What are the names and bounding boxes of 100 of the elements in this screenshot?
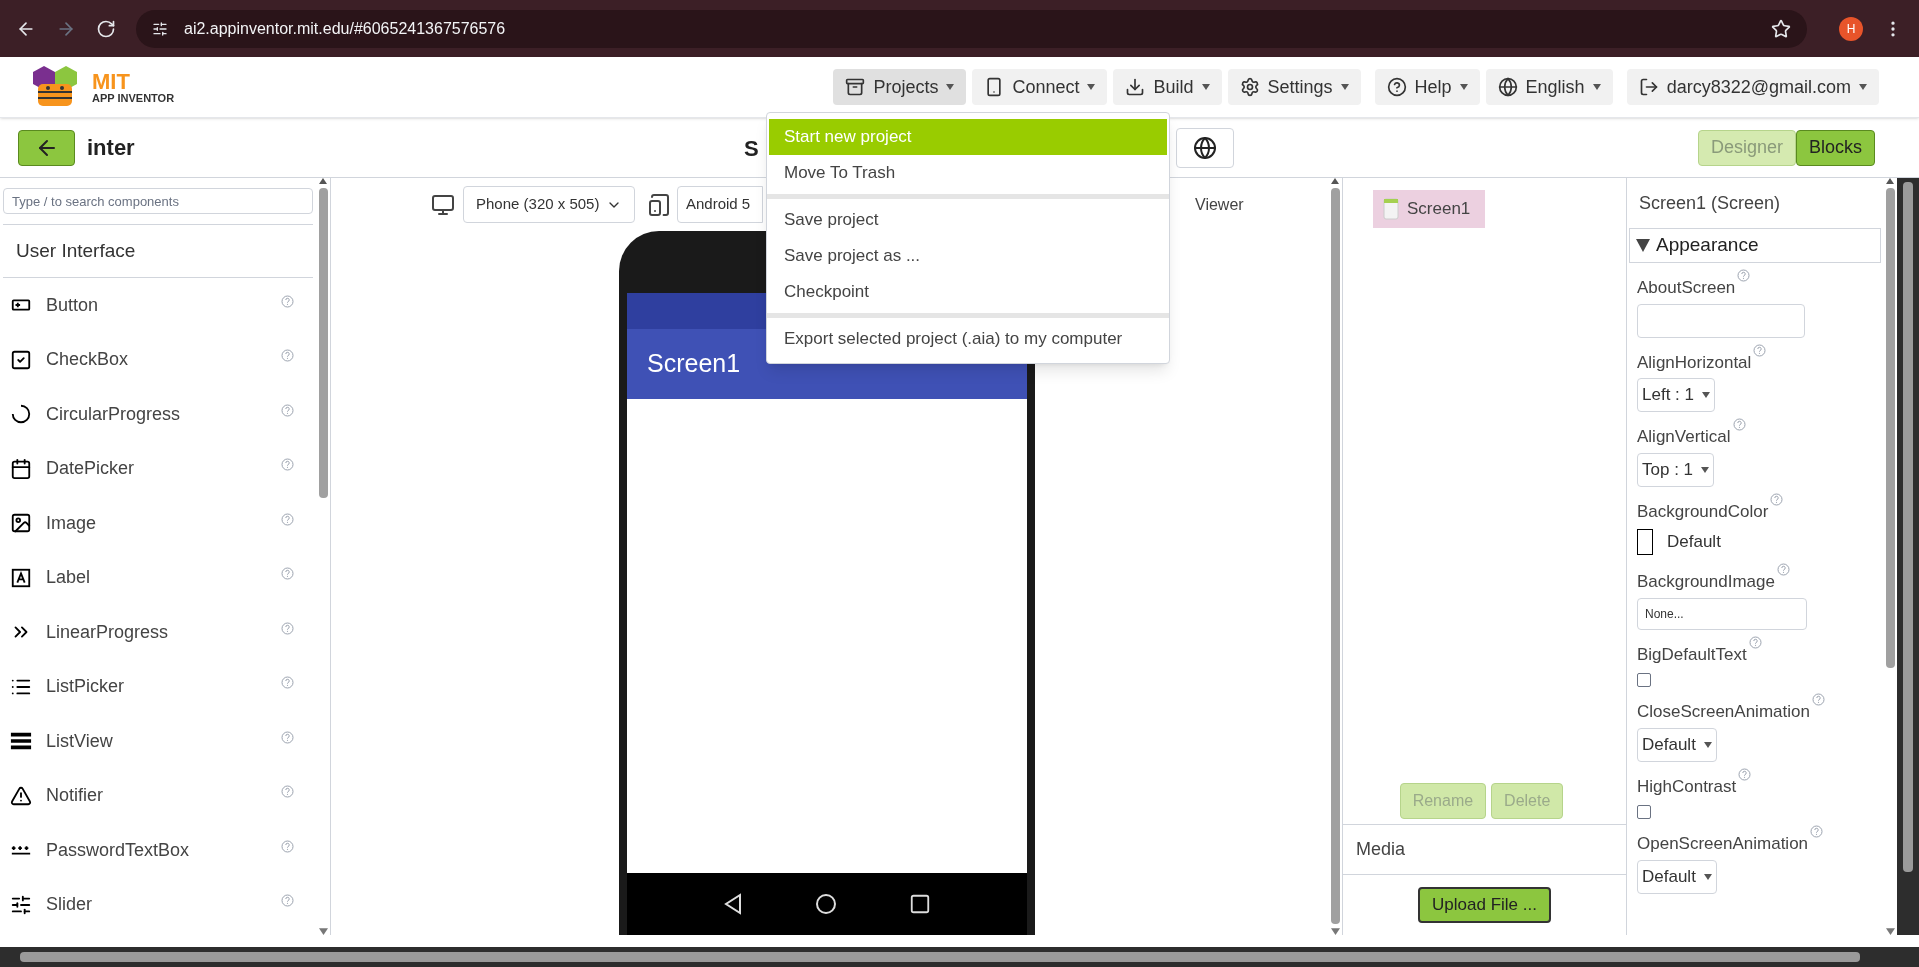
palette-item[interactable]: Button — [3, 278, 313, 333]
home-circle-icon[interactable] — [815, 893, 837, 915]
site-settings-icon[interactable] — [152, 20, 168, 37]
caret-icon — [1459, 84, 1468, 90]
upload-file-button[interactable]: Upload File ... — [1418, 887, 1551, 923]
menu-button[interactable]: Settings — [1227, 69, 1361, 105]
help-icon[interactable] — [281, 676, 294, 690]
scrollbar[interactable] — [1883, 178, 1897, 935]
globe-button[interactable] — [1176, 128, 1234, 168]
help-icon[interactable] — [281, 894, 294, 908]
property-name: OpenScreenAnimation — [1637, 833, 1809, 855]
caret-icon — [1703, 873, 1712, 880]
dropdown-item[interactable]: Save project — [769, 202, 1167, 238]
search-field[interactable]: Type / to search components — [3, 188, 313, 214]
reload-icon[interactable] — [96, 18, 116, 39]
device-select[interactable]: Phone (320 x 505) — [463, 186, 635, 223]
menu-icon — [1125, 77, 1146, 97]
help-icon[interactable] — [281, 403, 294, 417]
help-icon[interactable] — [281, 512, 294, 526]
palette-item[interactable]: CheckBox — [3, 332, 313, 387]
view-tab[interactable]: Blocks — [1796, 129, 1875, 166]
scrollbar[interactable] — [1328, 178, 1342, 935]
horizontal-scrollbar[interactable] — [0, 947, 1919, 967]
palette-item[interactable]: ListPicker — [3, 659, 313, 714]
menu-icon — [1497, 77, 1518, 97]
palette-item[interactable]: DatePicker — [3, 441, 313, 496]
help-icon[interactable] — [281, 567, 294, 581]
component-tree-item[interactable]: Screen1 — [1373, 190, 1485, 228]
palette-item[interactable]: LinearProgress — [3, 605, 313, 660]
palette-item[interactable]: Label — [3, 550, 313, 605]
recents-square-icon[interactable] — [909, 893, 931, 915]
property-name: BackgroundColor — [1637, 500, 1769, 523]
property-name: HighContrast — [1637, 775, 1737, 798]
help-icon[interactable] — [1732, 418, 1746, 431]
help-icon[interactable] — [281, 349, 294, 363]
background-image-field[interactable]: None... — [1637, 597, 1807, 630]
property-checkbox[interactable] — [1637, 805, 1651, 819]
os-select[interactable]: Android 5 — [677, 186, 763, 223]
screen-title: Screen1 — [647, 348, 741, 380]
dropdown-item[interactable]: Move To Trash — [769, 155, 1167, 191]
palette-item[interactable]: CircularProgress — [3, 387, 313, 442]
help-icon[interactable] — [1748, 635, 1762, 649]
help-icon[interactable] — [281, 458, 294, 472]
caret-icon — [1859, 84, 1867, 90]
property-select[interactable]: Top : 1 — [1637, 452, 1715, 487]
menu-button[interactable]: Build — [1113, 69, 1222, 105]
help-icon[interactable] — [1737, 269, 1751, 282]
palette-item[interactable]: Notifier — [3, 768, 313, 823]
help-icon[interactable] — [1777, 563, 1790, 576]
dropdown-item[interactable]: Checkpoint — [769, 274, 1167, 310]
help-icon[interactable] — [281, 730, 294, 744]
about-screen-field[interactable] — [1637, 303, 1805, 338]
scroll-down-icon[interactable] — [1330, 928, 1340, 935]
color-swatch[interactable] — [1637, 529, 1653, 555]
color-value: Default — [1667, 531, 1721, 554]
profile-avatar[interactable]: H — [1839, 16, 1863, 41]
scroll-up-icon[interactable] — [319, 178, 327, 184]
palette-item[interactable]: ListView — [3, 714, 313, 769]
help-icon[interactable] — [1753, 343, 1767, 357]
help-icon[interactable] — [281, 621, 294, 635]
menu-icon — [1638, 77, 1659, 97]
menu-button[interactable]: darcy8322@gmail.com — [1626, 69, 1879, 105]
screen-button[interactable]: S — [740, 129, 763, 167]
dropdown-item[interactable]: Export selected project (.aia) to my computer — [769, 321, 1167, 357]
help-icon[interactable] — [1738, 767, 1752, 781]
scroll-down-icon[interactable] — [318, 928, 328, 935]
menu-icon — [1239, 77, 1260, 97]
menu-button[interactable]: Help — [1374, 69, 1480, 105]
globe-icon — [1193, 136, 1217, 160]
category-heading[interactable]: User Interface — [3, 225, 313, 277]
help-icon[interactable] — [1770, 492, 1784, 506]
scroll-down-icon[interactable] — [1885, 928, 1895, 935]
dropdown-item[interactable]: Save project as ... — [769, 238, 1167, 274]
menu-icon — [1386, 77, 1407, 97]
property-select[interactable]: Default — [1637, 727, 1717, 762]
property-select[interactable]: Default — [1637, 859, 1717, 894]
palette-item[interactable]: Slider — [3, 877, 313, 932]
caret-icon — [1087, 84, 1096, 90]
property-name: AlignHorizontal — [1637, 351, 1752, 374]
help-icon[interactable] — [1811, 693, 1825, 706]
back-triangle-icon[interactable] — [723, 893, 743, 915]
help-icon[interactable] — [1810, 825, 1824, 838]
checkbox-icon — [10, 348, 32, 371]
help-icon[interactable] — [281, 785, 294, 799]
menu-button[interactable]: Projects — [833, 69, 967, 105]
property-checkbox[interactable] — [1637, 673, 1651, 687]
palette-item[interactable]: PasswordTextBox — [3, 823, 313, 878]
scroll-up-icon[interactable] — [1331, 178, 1339, 184]
help-icon[interactable] — [281, 294, 294, 308]
menu-button[interactable]: English — [1485, 69, 1613, 105]
menu-button[interactable]: Connect — [972, 69, 1108, 105]
page-scrollbar[interactable] — [1897, 178, 1919, 935]
scroll-up-icon[interactable] — [1886, 178, 1894, 184]
help-icon[interactable] — [281, 839, 294, 853]
bookmark-icon[interactable] — [1771, 18, 1791, 39]
back-button[interactable] — [18, 129, 75, 166]
address-bar[interactable]: ai2.appinventor.mit.edu/#6065241367576576 — [136, 9, 1807, 48]
property-select[interactable]: Left : 1 — [1637, 378, 1715, 412]
palette-item[interactable]: Image — [3, 496, 313, 551]
section-header[interactable]: Appearance — [1629, 228, 1881, 263]
